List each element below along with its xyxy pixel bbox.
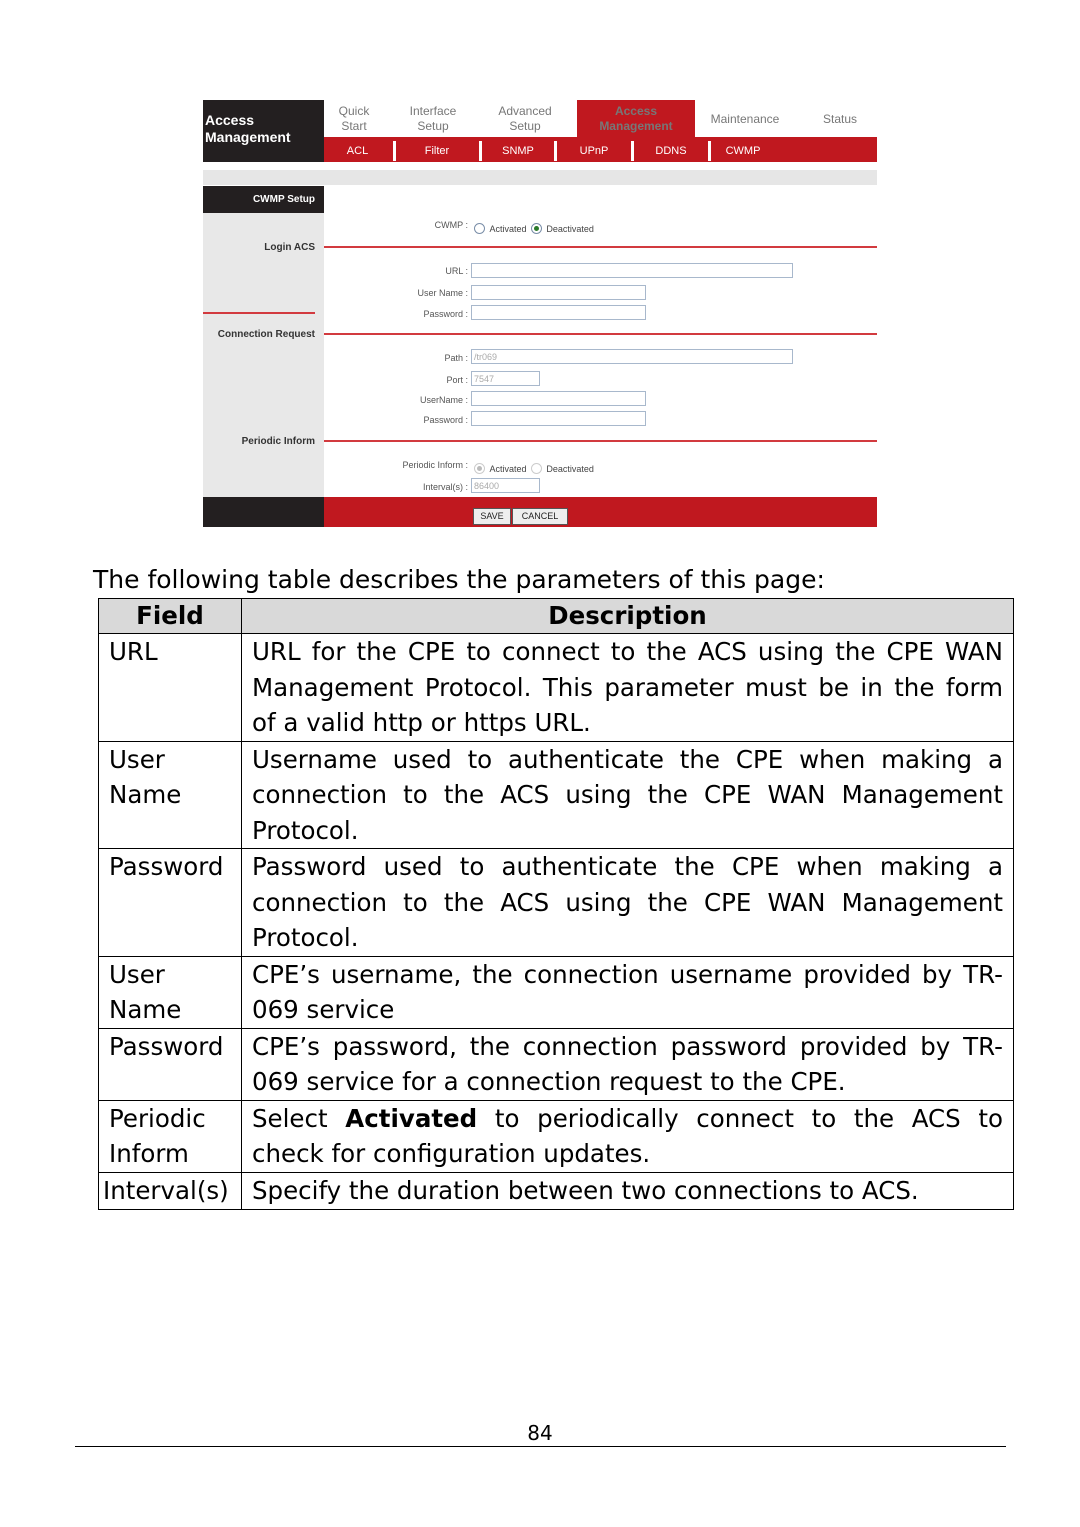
acs-password-input[interactable] (471, 305, 646, 320)
divider (554, 141, 557, 161)
description-cell: Specify the duration between two connect… (241, 1171, 1014, 1210)
periodic-radio-group: Activated Deactivated (474, 459, 594, 477)
cr-username-input[interactable] (471, 391, 646, 406)
description-text: Select (252, 1103, 346, 1133)
header-field: Field (98, 598, 242, 634)
description-bold: Activated (345, 1103, 478, 1133)
periodic-activated-label: Activated (489, 464, 527, 474)
table-row: Periodic Inform Select Activated to perio… (98, 1099, 1014, 1173)
tab-quick-start[interactable]: Quick Start (330, 102, 378, 136)
url-label: URL : (445, 266, 468, 276)
section-periodic-inform: Periodic Inform (241, 436, 315, 447)
description-cell: CPE’s username, the connection username … (241, 955, 1014, 1029)
intro-text: The following table describes the parame… (93, 565, 825, 594)
description-cell: CPE’s password, the connection password … (241, 1027, 1014, 1101)
acs-url-input[interactable] (471, 263, 793, 278)
subtab-filter[interactable]: Filter (398, 141, 476, 161)
cwmp-label: CWMP : (434, 220, 468, 230)
divider (708, 141, 711, 161)
cwmp-deactivated-radio[interactable] (530, 223, 542, 234)
tab-interface-setup[interactable]: Interface Setup (400, 102, 466, 136)
port-label: Port : (446, 375, 468, 385)
table-row: Password Password used to authenticate th… (98, 848, 1014, 957)
table-row: User Name Username used to authenticate t… (98, 740, 1014, 849)
table-row: URL URL for the CPE to connect to the ACS… (98, 633, 1014, 742)
interval-label: Interval(s) : (422, 482, 468, 492)
field-cell: URL (98, 633, 242, 742)
footer-left (203, 497, 324, 527)
divider (631, 141, 634, 161)
field-cell: Password (98, 1027, 242, 1101)
tab-advanced-setup[interactable]: Advanced Setup (488, 102, 562, 136)
brand-block: Access Management (203, 100, 324, 162)
password-label: Password : (423, 309, 468, 319)
subtab-cwmp[interactable]: CWMP (713, 141, 773, 161)
table-row: Interval(s) Specify the duration between … (98, 1171, 1014, 1210)
port-input[interactable]: 7547 (471, 371, 540, 386)
table-row: Password CPE’s password, the connection p… (98, 1027, 1014, 1101)
field-cell: User Name (98, 955, 242, 1029)
tab-maintenance[interactable]: Maintenance (700, 102, 790, 136)
gray-strip (203, 170, 877, 185)
footer-bar (324, 497, 877, 527)
periodic-inform-label: Periodic Inform : (402, 460, 468, 470)
periodic-deactivated-label: Deactivated (546, 464, 594, 474)
brand-label: Access Management (205, 112, 291, 145)
section-connection-request: Connection Request (217, 329, 315, 340)
sidebar (203, 186, 324, 497)
parameters-table: Field Description URL URL for the CPE to … (98, 598, 1014, 1210)
cwmp-radio-group: Activated Deactivated (474, 219, 594, 237)
divider (324, 333, 877, 335)
field-cell: Interval(s) (98, 1171, 242, 1210)
cancel-button[interactable]: CANCEL (512, 508, 568, 525)
tab-access-management[interactable]: Access Management (577, 100, 695, 137)
table-row: User Name CPE’s username, the connection … (98, 955, 1014, 1029)
description-cell: Select Activated to periodically connect… (241, 1099, 1014, 1173)
subtab-ddns[interactable]: DDNS (636, 141, 706, 161)
header-description: Description (241, 598, 1014, 634)
username-label: User Name : (417, 288, 468, 298)
description-cell: URL for the CPE to connect to the ACS us… (241, 633, 1014, 742)
subtab-upnp[interactable]: UPnP (559, 141, 629, 161)
sidebar-header: CWMP Setup (203, 186, 324, 213)
subtab-acl[interactable]: ACL (330, 141, 385, 161)
page-number: 84 (527, 1421, 553, 1445)
description-cell: Username used to authenticate the CPE wh… (241, 740, 1014, 849)
cr-password-label: Password : (423, 415, 468, 425)
description-cell: Password used to authenticate the CPE wh… (241, 848, 1014, 957)
divider (393, 141, 396, 161)
divider (203, 312, 315, 314)
interval-input[interactable]: 86400 (471, 478, 540, 493)
path-input[interactable]: /tr069 (471, 349, 793, 364)
tab-status[interactable]: Status (810, 102, 870, 136)
field-cell: Password (98, 848, 242, 957)
periodic-activated-radio[interactable] (474, 463, 485, 474)
acs-username-input[interactable] (471, 285, 646, 300)
divider (324, 440, 877, 442)
field-cell: Periodic Inform (98, 1099, 242, 1173)
document-page: Access Management Quick Start Interface … (0, 0, 1080, 1527)
section-login-acs: Login ACS (264, 242, 315, 253)
cr-username-label: UserName : (419, 395, 468, 405)
cwmp-activated-label: Activated (489, 224, 527, 234)
periodic-deactivated-radio[interactable] (530, 463, 542, 474)
subtab-snmp[interactable]: SNMP (484, 141, 552, 161)
field-cell: User Name (98, 740, 242, 849)
path-label: Path : (444, 353, 468, 363)
cr-password-input[interactable] (471, 411, 646, 426)
table-header-row: Field Description (98, 598, 1014, 634)
save-button[interactable]: SAVE (473, 508, 511, 525)
footer-rule (75, 1446, 1006, 1447)
sidebar-title: CWMP Setup (252, 194, 315, 205)
cwmp-deactivated-label: Deactivated (546, 224, 594, 234)
divider (479, 141, 482, 161)
cwmp-activated-radio[interactable] (474, 223, 485, 234)
divider (324, 246, 877, 248)
